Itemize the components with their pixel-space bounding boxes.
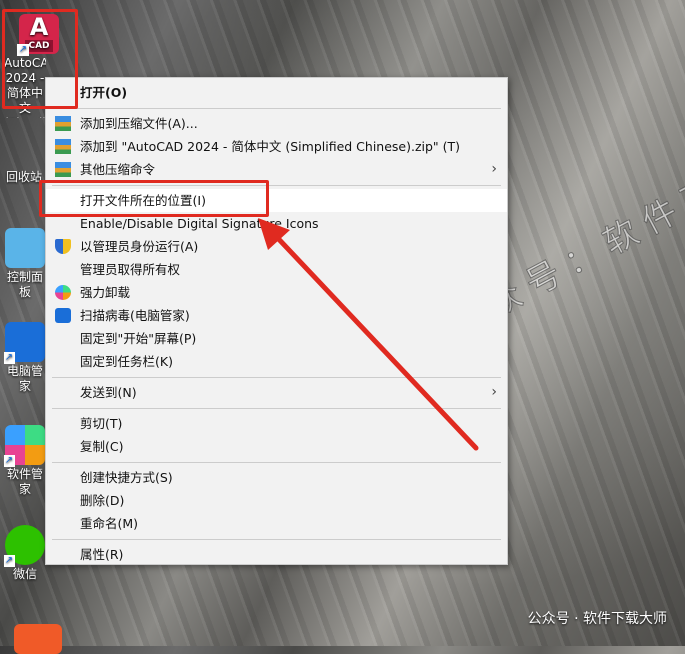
annotation-arrow	[258, 218, 479, 451]
footer-watermark: 公众号 · 软件下载大师	[527, 611, 667, 627]
